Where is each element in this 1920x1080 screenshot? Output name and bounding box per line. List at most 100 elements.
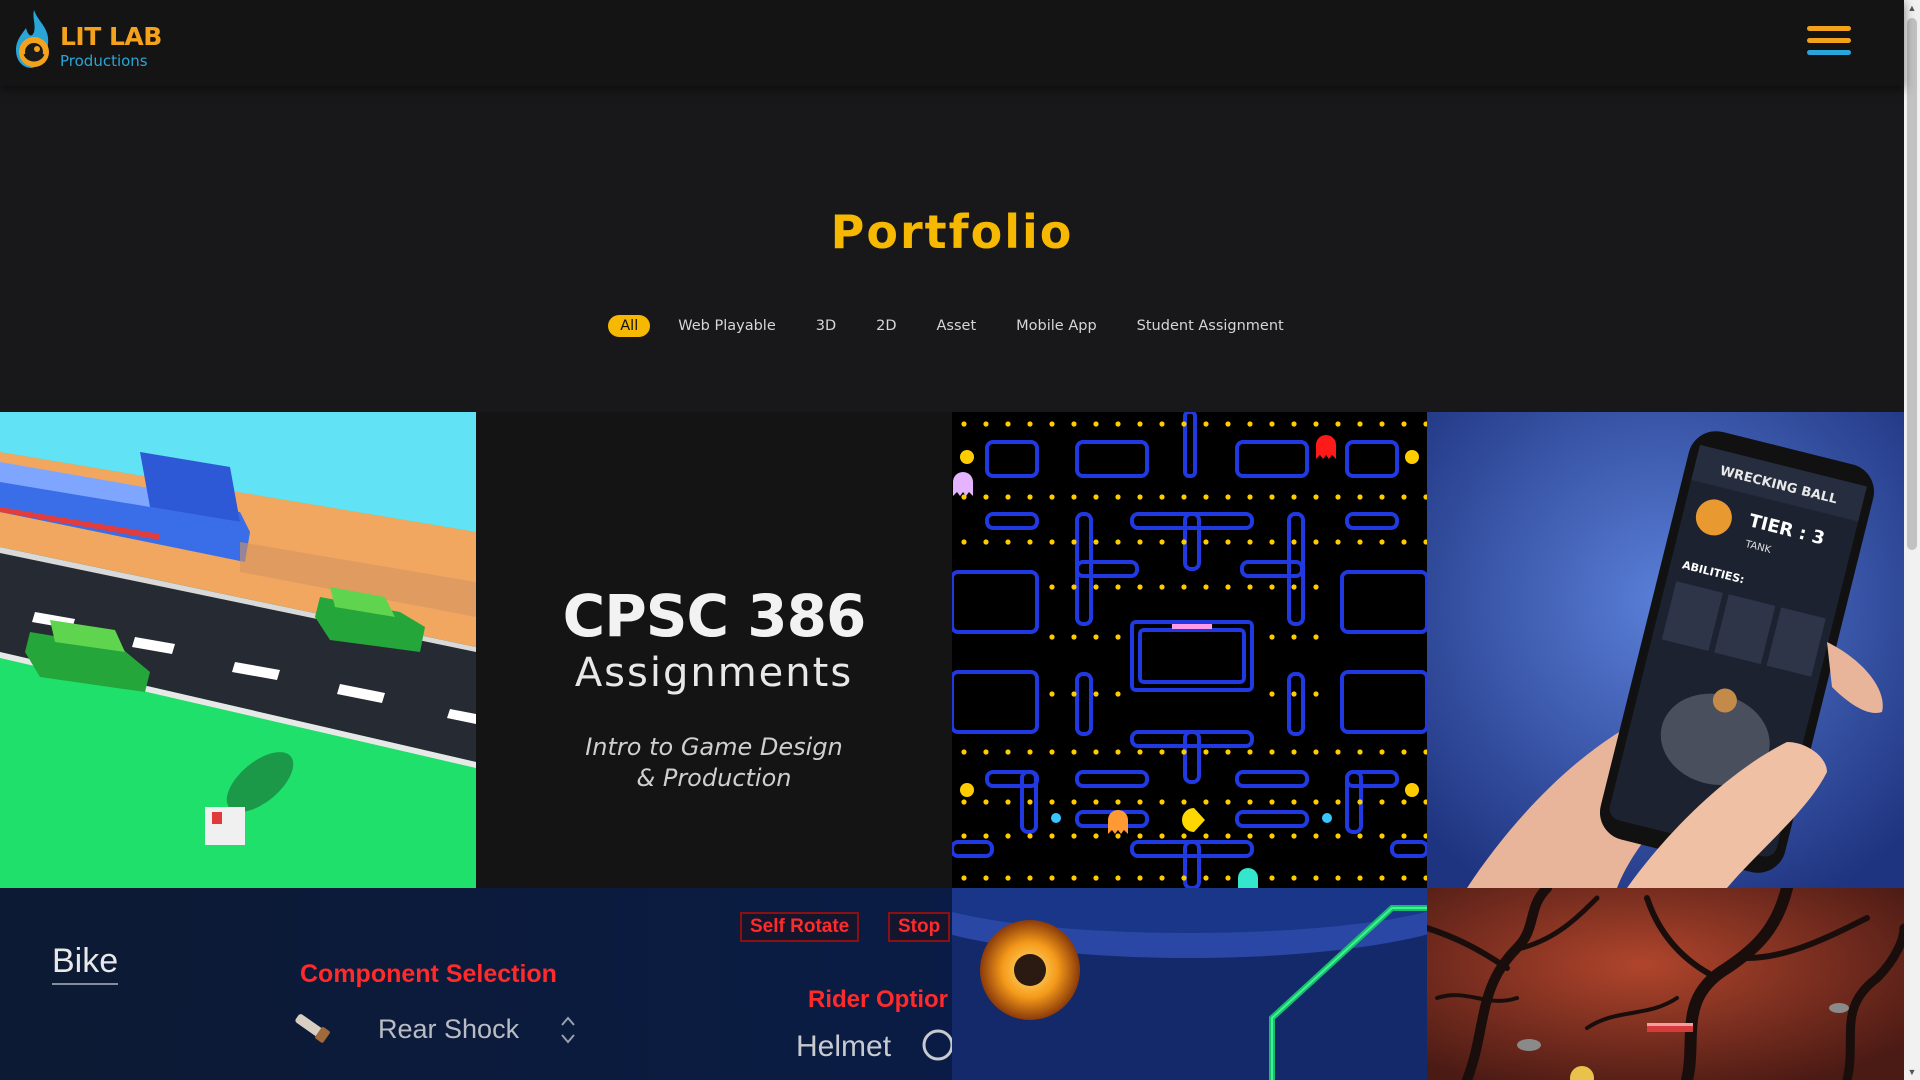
portfolio-tile-dark-forest[interactable]: [1427, 888, 1904, 1080]
pac-pellet: [1291, 539, 1297, 545]
scroll-up-arrow-icon[interactable]: ▲: [1904, 0, 1920, 16]
pac-pellet: [1115, 539, 1121, 545]
pac-pellet: [1181, 584, 1187, 590]
pac-pellet: [1005, 421, 1011, 427]
filter-web-playable[interactable]: Web Playable: [666, 315, 788, 337]
pac-pellet: [961, 799, 967, 805]
self-rotate-button: Self Rotate: [740, 912, 860, 942]
pac-pellet: [1005, 494, 1011, 500]
pac-pellet: [1049, 691, 1055, 697]
logo-subtitle: Productions: [60, 52, 148, 70]
pac-pellet: [1335, 833, 1341, 839]
pac-pellet: [1093, 421, 1099, 427]
pac-pellet: [1335, 421, 1341, 427]
pac-pellet: [1335, 875, 1341, 881]
pac-pellet: [1225, 421, 1231, 427]
pac-pellet: [1203, 494, 1209, 500]
pac-pellet: [1071, 421, 1077, 427]
pac-pellet: [1401, 494, 1407, 500]
menu-bar-middle: [1807, 38, 1851, 43]
logo-title: LIT LAB: [60, 22, 162, 51]
portfolio-tile-bike-configurator[interactable]: Bike Component Selection Rear Shock Ride…: [0, 888, 952, 1080]
pac-pellet: [1093, 584, 1099, 590]
scroll-down-arrow-icon[interactable]: ▼: [1904, 1064, 1920, 1080]
pac-pellet: [1181, 749, 1187, 755]
pac-pellet: [1269, 634, 1275, 640]
portfolio-tile-neon-explosion[interactable]: [952, 888, 1427, 1080]
pac-pellet: [1115, 584, 1121, 590]
filter-3d[interactable]: 3D: [804, 315, 848, 337]
filter-student-assignment[interactable]: Student Assignment: [1125, 315, 1296, 337]
component-selection-heading: Component Selection: [300, 960, 557, 988]
pac-pellet: [1291, 584, 1297, 590]
portfolio-tile-pacman[interactable]: [952, 412, 1427, 888]
pac-pellet: [1379, 421, 1385, 427]
scroll-thumb[interactable]: [1907, 18, 1917, 550]
pac-pellet: [1071, 584, 1077, 590]
pac-pellet: [1137, 875, 1143, 881]
portfolio-tile-road-crossing[interactable]: [0, 412, 476, 888]
pac-pellet: [1313, 634, 1319, 640]
page-scrollbar[interactable]: ▲ ▼: [1904, 0, 1920, 1080]
pac-pellet: [1357, 749, 1363, 755]
pac-pellet: [1049, 799, 1055, 805]
portfolio-tile-cpsc-386[interactable]: CPSC 386 Assignments Intro to Game Desig…: [476, 412, 952, 888]
pac-pellet: [1225, 584, 1231, 590]
pac-pellet: [1137, 749, 1143, 755]
pac-pellet: [961, 539, 967, 545]
cpsc-subtitle: Assignments: [574, 650, 854, 696]
pac-pellet: [1049, 749, 1055, 755]
pac-pellet: [1159, 421, 1165, 427]
pac-pellet: [1269, 539, 1275, 545]
pac-pellet: [1401, 421, 1407, 427]
pac-pellet: [1027, 539, 1033, 545]
pac-pellet: [1093, 494, 1099, 500]
pac-pellet: [1159, 799, 1165, 805]
neon-explosion-thumbnail: [952, 888, 1427, 1080]
pac-pellet: [1181, 799, 1187, 805]
pac-pellet: [1093, 799, 1099, 805]
pac-pellet: [1093, 634, 1099, 640]
pac-pellet: [1137, 584, 1143, 590]
pac-pellet: [1071, 494, 1077, 500]
pac-pellet: [1115, 749, 1121, 755]
site-header: LIT LAB Productions: [0, 0, 1904, 86]
hamburger-menu-icon[interactable]: [1807, 26, 1851, 56]
pac-pellet: [1401, 539, 1407, 545]
pac-pellet: [1225, 875, 1231, 881]
pac-pellet: [1379, 494, 1385, 500]
pac-pellet: [1115, 634, 1121, 640]
pac-pellet: [1379, 539, 1385, 545]
pac-pellet: [1291, 634, 1297, 640]
pac-pellet: [1225, 833, 1231, 839]
pac-pellet: [983, 799, 989, 805]
pac-pellet: [1203, 875, 1209, 881]
pac-pellet: [1159, 749, 1165, 755]
pac-pellet: [1159, 875, 1165, 881]
site-logo[interactable]: LIT LAB Productions: [12, 8, 172, 74]
pac-pellet: [1291, 691, 1297, 697]
portfolio-tile-wrecking-ball-app[interactable]: WRECKING BALL TIER : 3 TANK ABILITIES:: [1427, 412, 1904, 888]
pac-pellet: [1247, 494, 1253, 500]
pac-pellet: [1357, 875, 1363, 881]
filter-2d[interactable]: 2D: [864, 315, 908, 337]
pac-pellet: [1269, 875, 1275, 881]
filter-mobile-app[interactable]: Mobile App: [1004, 315, 1109, 337]
pac-pellet: [1269, 691, 1275, 697]
pac-pellet: [1357, 539, 1363, 545]
filter-all[interactable]: All: [608, 315, 651, 337]
pac-pellet: [983, 833, 989, 839]
pac-pellet: [1225, 539, 1231, 545]
pac-pellet: [983, 749, 989, 755]
page-title: Portfolio: [830, 205, 1074, 259]
portfolio-filter-bar: All Web Playable 3D 2D Asset Mobile App …: [0, 315, 1904, 337]
pac-pellet: [1049, 833, 1055, 839]
filter-asset[interactable]: Asset: [925, 315, 989, 337]
pac-pellet: [1247, 833, 1253, 839]
cpsc-title: CPSC 386: [562, 582, 867, 650]
pac-pellet: [1379, 799, 1385, 805]
pacman-thumbnail: [952, 412, 1427, 888]
pac-pellet: [1093, 875, 1099, 881]
pac-pellet: [1027, 494, 1033, 500]
stop-button: Stop: [888, 912, 951, 942]
